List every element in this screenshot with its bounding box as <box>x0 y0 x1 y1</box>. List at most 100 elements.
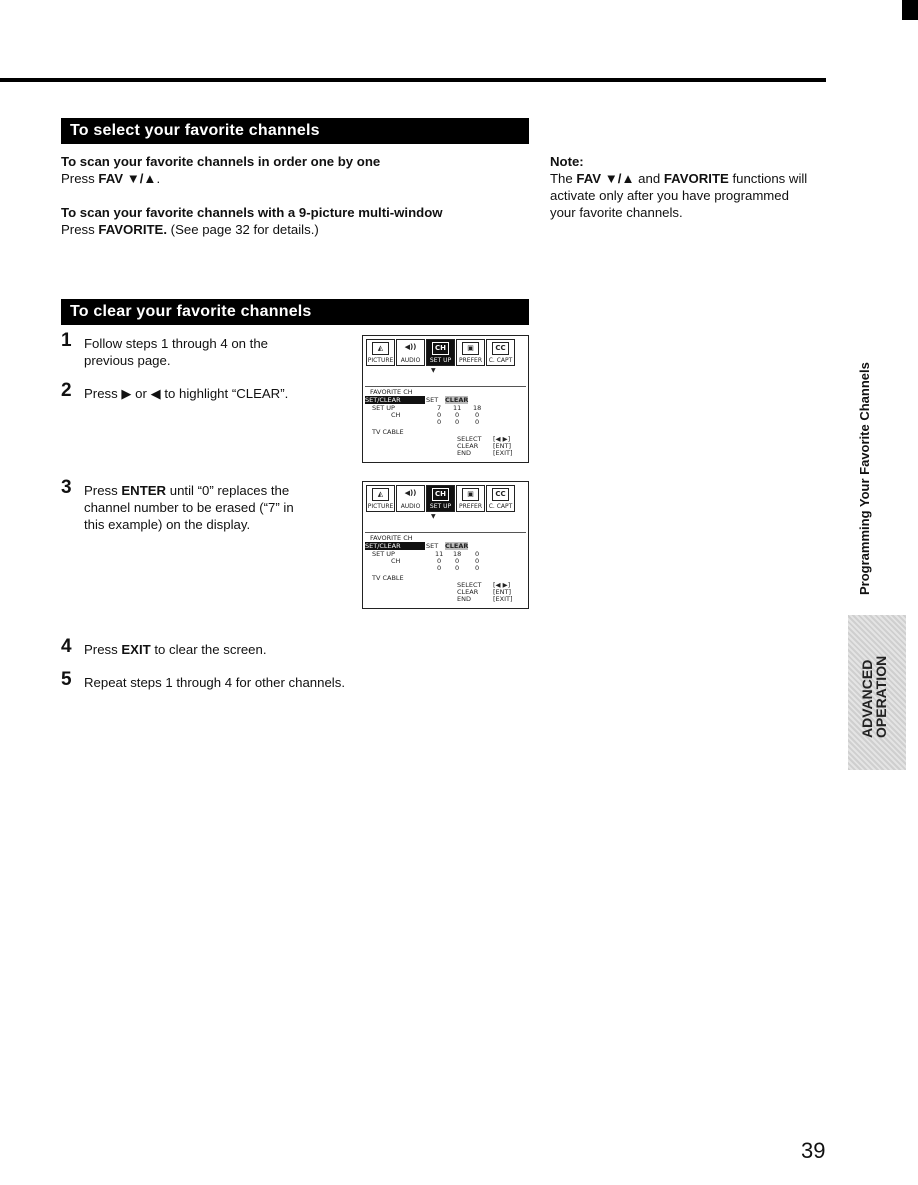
step-suffix: until “0” replaces the <box>166 483 290 498</box>
side-chapter-tab-label: ADVANCED OPERATION <box>859 655 889 738</box>
osd-favorite-panel: FAVORITE CH SET/CLEAR SET CLEAR SET UP C… <box>365 386 526 460</box>
speaker-icon: ◀)) <box>404 343 417 351</box>
picture-icon: ◭ <box>372 488 389 501</box>
step-key: EXIT <box>121 642 151 657</box>
top-rule-divider <box>0 78 826 82</box>
cc-icon: CC <box>492 488 509 501</box>
instruction-key: FAV ▼/▲ <box>98 171 157 186</box>
osd-tab-audio: ◀)) AUDIO <box>396 485 425 512</box>
osd-help-key: [EXIT] <box>493 449 513 457</box>
osd-menu-title: FAVORITE CH <box>370 388 413 396</box>
tab-label: PICTURE <box>367 503 394 510</box>
page-corner-marker <box>902 0 918 20</box>
instruction-suffix: . <box>156 171 161 186</box>
instruction-suffix: (See page 32 for details.) <box>167 222 319 237</box>
osd-option-clear: CLEAR <box>445 542 469 550</box>
clear-section-title: To clear your favorite channels <box>61 299 529 325</box>
osd-screen-step-3: ◭ PICTURE ◀)) AUDIO CH SET UP ▣ PREFER CC C. … <box>362 481 529 609</box>
camera-icon: ▣ <box>462 342 479 355</box>
chapter-label-line: ADVANCED <box>859 659 875 738</box>
step-suffix: to clear the screen. <box>150 642 267 657</box>
step-line: Follow steps 1 through 4 on the <box>84 336 269 351</box>
step-line: previous page. <box>84 353 171 368</box>
step-number: 3 <box>61 477 72 498</box>
tab-label: PICTURE <box>367 357 394 364</box>
osd-ch-label: CH <box>391 411 401 419</box>
osd-value: 0 <box>437 564 442 572</box>
step-text: Press ▶ or ◀ to highlight “CLEAR”. <box>84 386 289 401</box>
step-text: Press EXIT to clear the screen. <box>84 641 267 658</box>
step-line: channel number to be erased (“7” in <box>84 500 294 515</box>
osd-tab-setup: CH SET UP <box>426 339 455 366</box>
step-number: 2 <box>61 380 72 401</box>
note-text: and <box>634 171 664 186</box>
tab-label: PREFER <box>459 503 482 510</box>
osd-tab-prefer: ▣ PREFER <box>456 485 485 512</box>
tab-label: C. CAPT <box>488 503 513 510</box>
osd-tab-picture: ◭ PICTURE <box>366 485 395 512</box>
note-text: functions will <box>728 171 808 186</box>
osd-option-clear: CLEAR <box>445 396 469 404</box>
select-item-2-instruction: Press FAVORITE. (See page 32 for details… <box>61 221 443 238</box>
note-line-3: your favorite channels. <box>550 205 683 220</box>
step-line: this example) on the display. <box>84 517 251 532</box>
osd-value: 0 <box>475 564 480 572</box>
osd-set-clear-row: SET/CLEAR <box>365 542 425 550</box>
osd-help-key: [EXIT] <box>493 595 513 603</box>
note-line-2: activate only after you have programmed <box>550 188 789 203</box>
step-number: 5 <box>61 669 72 690</box>
select-item-1: To scan your favorite channels in order … <box>61 153 380 187</box>
tab-label: PREFER <box>459 357 482 364</box>
select-item-2: To scan your favorite channels with a 9-… <box>61 204 443 238</box>
instruction-key: FAVORITE. <box>98 222 168 237</box>
osd-value: 0 <box>475 418 480 426</box>
select-item-2-heading: To scan your favorite channels with a 9-… <box>61 205 443 220</box>
step-prefix: Press <box>84 483 122 498</box>
osd-tab-ccapt: CC C. CAPT <box>486 339 515 366</box>
camera-icon: ▣ <box>462 488 479 501</box>
select-item-1-instruction: Press FAV ▼/▲. <box>61 170 380 187</box>
note-text: The <box>550 171 577 186</box>
osd-value: 0 <box>455 564 460 572</box>
step-text: Repeat steps 1 through 4 for other chann… <box>84 675 345 690</box>
osd-ch-label: CH <box>391 557 401 565</box>
step-number: 1 <box>61 330 72 351</box>
note-block: Note: The FAV ▼/▲ and FAVORITE functions… <box>550 153 807 221</box>
instruction-prefix: Press <box>61 222 99 237</box>
tab-label: AUDIO <box>400 357 421 364</box>
osd-menu-tabs: ◭ PICTURE ◀)) AUDIO CH SET UP ▣ PREFER CC C. … <box>366 485 516 512</box>
step-number: 4 <box>61 636 72 657</box>
osd-option-set: SET <box>426 396 439 404</box>
osd-tab-audio: ◀)) AUDIO <box>396 339 425 366</box>
osd-help-label: END <box>457 449 471 457</box>
page-number: 39 <box>801 1138 826 1163</box>
tab-label: AUDIO <box>400 503 421 510</box>
tab-label: C. CAPT <box>488 357 513 364</box>
osd-tv-cable: TV CABLE <box>372 428 404 436</box>
osd-menu-tabs: ◭ PICTURE ◀)) AUDIO CH SET UP ▣ PREFER CC C. … <box>366 339 516 366</box>
osd-favorite-panel: FAVORITE CH SET/CLEAR SET CLEAR SET UP C… <box>365 532 526 606</box>
note-key: FAV ▼/▲ <box>576 171 635 186</box>
osd-menu-title: FAVORITE CH <box>370 534 413 542</box>
select-item-1-heading: To scan your favorite channels in order … <box>61 154 381 169</box>
step-prefix: Press <box>84 642 122 657</box>
instruction-prefix: Press <box>61 171 99 186</box>
selected-tab-arrow-icon: ▼ <box>431 513 436 520</box>
tab-label: SET UP <box>429 357 452 364</box>
osd-screen-step-2: ◭ PICTURE ◀)) AUDIO CH SET UP ▣ PREFER CC C. … <box>362 335 529 463</box>
step-key: ENTER <box>121 483 167 498</box>
osd-value: 0 <box>437 418 442 426</box>
speaker-icon: ◀)) <box>404 489 417 497</box>
note-title: Note: <box>550 154 584 169</box>
osd-tv-cable: TV CABLE <box>372 574 404 582</box>
tab-label: SET UP <box>429 503 452 510</box>
osd-help-label: END <box>457 595 471 603</box>
selected-tab-arrow-icon: ▼ <box>431 367 436 374</box>
side-section-title: Programming Your Favorite Channels <box>857 362 872 595</box>
osd-set-clear-row: SET/CLEAR <box>365 396 425 404</box>
chapter-label-line: OPERATION <box>873 655 889 738</box>
note-line-1: The FAV ▼/▲ and FAVORITE functions will <box>550 170 807 187</box>
osd-tab-ccapt: CC C. CAPT <box>486 485 515 512</box>
osd-tab-picture: ◭ PICTURE <box>366 339 395 366</box>
cc-icon: CC <box>492 342 509 355</box>
